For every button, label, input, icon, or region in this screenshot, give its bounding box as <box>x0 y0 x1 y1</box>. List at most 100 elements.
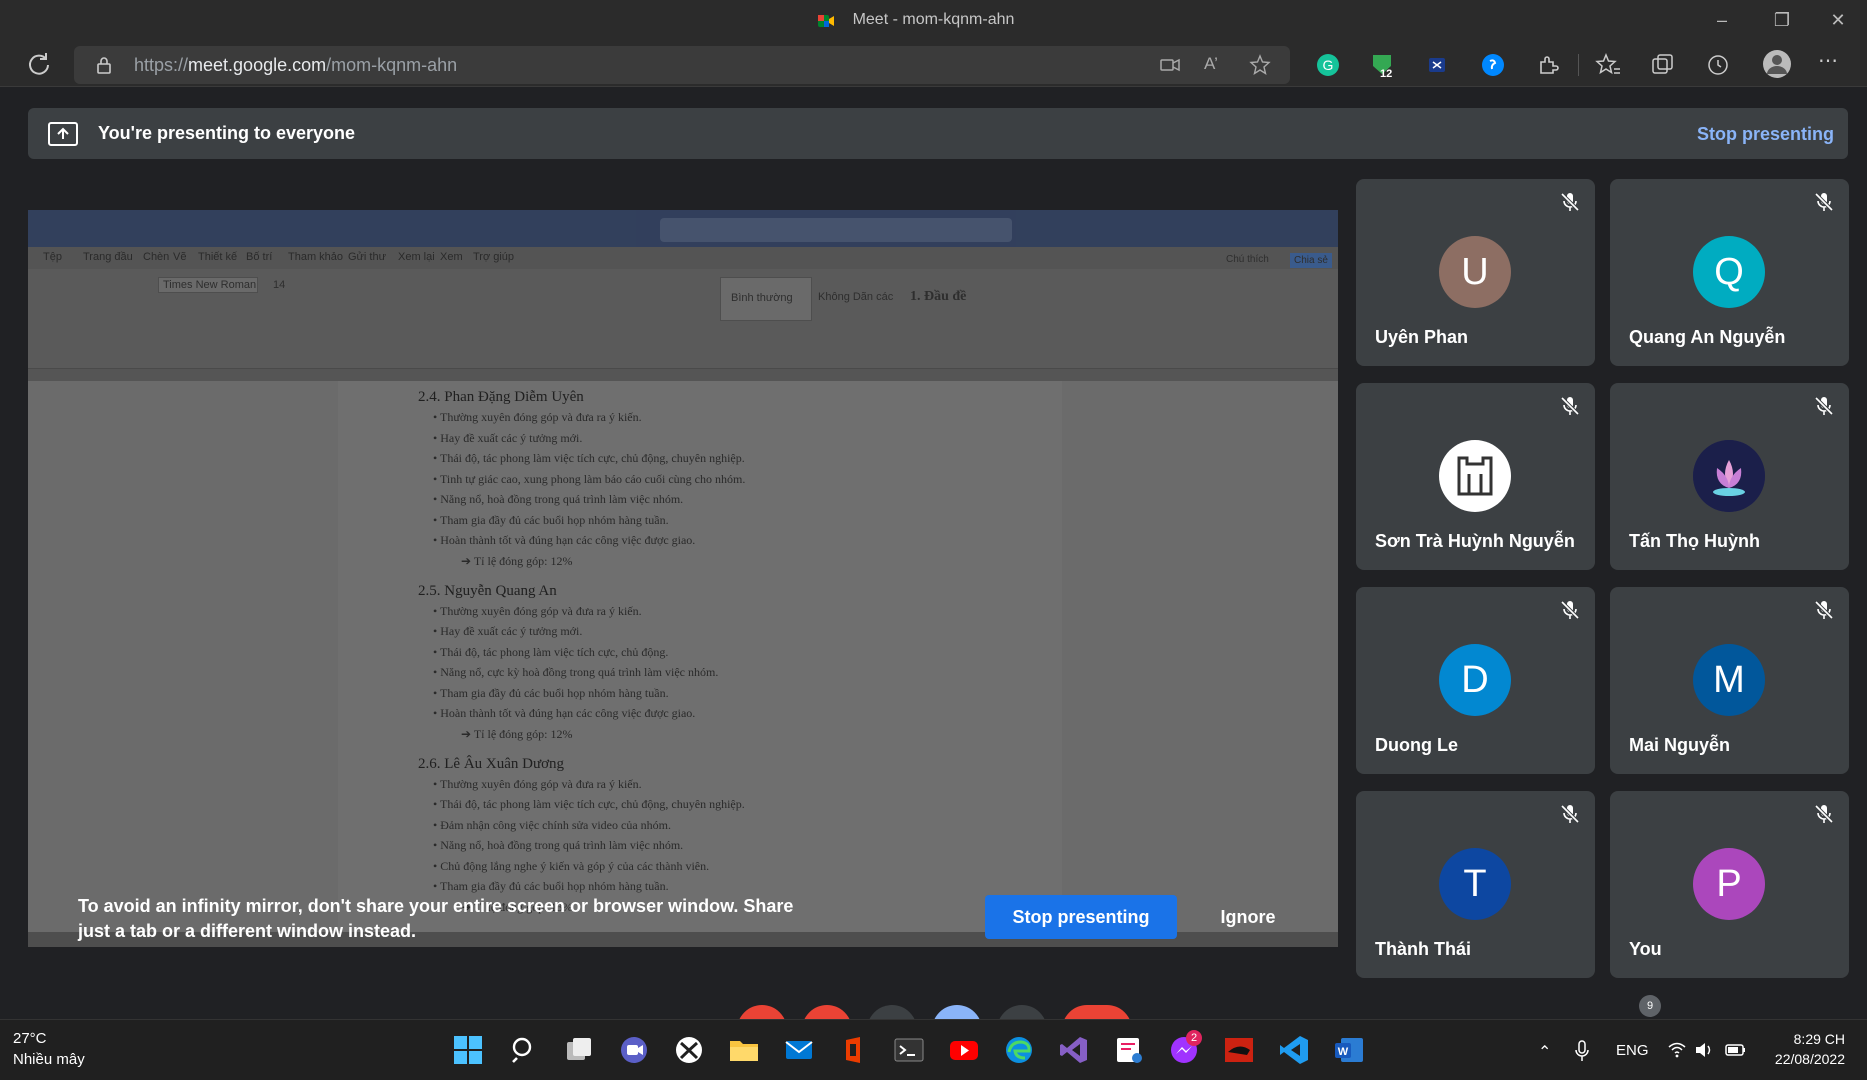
search-icon[interactable] <box>508 1034 540 1066</box>
mic-muted-icon <box>1559 191 1581 213</box>
collections-icon[interactable] <box>1650 52 1676 78</box>
weather-description[interactable]: Nhiều mây <box>13 1051 85 1068</box>
doc-bullet: • Thái độ, tác phong làm việc tích cực, … <box>433 451 745 466</box>
battery-icon[interactable] <box>1725 1042 1747 1058</box>
mic-muted-icon <box>1813 599 1835 621</box>
doc-bullet-text: Hoàn thành tốt và đúng hạn các công việc… <box>440 706 696 720</box>
read-aloud-icon[interactable]: A’ <box>1204 54 1226 76</box>
participant-tile[interactable]: P You <box>1610 791 1849 978</box>
participant-tile[interactable]: U Uyên Phan <box>1356 179 1595 366</box>
doc-heading: 2.5. Nguyễn Quang An <box>418 582 557 599</box>
bullet-dot-icon: • <box>433 685 440 700</box>
youtube-icon[interactable] <box>948 1034 980 1066</box>
restore-button[interactable]: ❐ <box>1770 8 1794 32</box>
doc-bullet: • Hoàn thành tốt và đúng hạn các công vi… <box>433 533 695 548</box>
extensions-icon[interactable] <box>1535 52 1561 78</box>
doc-bullet: • Chủ động lắng nghe ý kiến và góp ý của… <box>433 859 709 874</box>
word-ribbon-tab: Xem <box>440 251 463 263</box>
warning-stop-presenting-button[interactable]: Stop presenting <box>985 895 1177 939</box>
microphone-icon[interactable] <box>1574 1040 1590 1062</box>
word-ribbon-tab: Trang đầu <box>83 251 133 263</box>
word-ribbon-tab: Thiết kế <box>198 251 238 263</box>
word-search-box <box>660 218 1012 242</box>
volume-icon[interactable] <box>1694 1042 1714 1058</box>
wifi-icon[interactable] <box>1668 1042 1686 1058</box>
task-view-icon[interactable] <box>563 1034 595 1066</box>
minimize-button[interactable]: – <box>1710 8 1734 32</box>
mic-muted-icon <box>1559 599 1581 621</box>
close-window-button[interactable]: ✕ <box>1826 8 1850 32</box>
warning-ignore-button[interactable]: Ignore <box>1200 895 1296 939</box>
doc-bullet-text: Hay đề xuất các ý tưởng mới. <box>440 430 583 445</box>
snipping-tool-icon[interactable] <box>1113 1034 1145 1066</box>
xbox-icon[interactable] <box>673 1034 705 1066</box>
file-explorer-icon[interactable] <box>728 1034 760 1066</box>
more-menu-icon[interactable]: ⋯ <box>1818 51 1844 78</box>
doc-bullet: • Năng nổ, hoà đồng trong quá trình làm … <box>433 838 683 853</box>
lock-icon[interactable] <box>96 56 112 74</box>
add-favorite-icon[interactable] <box>1249 54 1271 76</box>
doc-heading: 2.6. Lê Âu Xuân Dương <box>418 755 565 772</box>
camera-icon[interactable] <box>1159 54 1181 76</box>
address-bar[interactable]: https://meet.google.com/mom-kqnm-ahn A’ <box>74 46 1290 84</box>
shazam-icon[interactable] <box>1480 52 1506 78</box>
bullet-dot-icon: • <box>433 776 440 791</box>
doc-bullet-text: Thái độ, tác phong làm việc tích cực, ch… <box>439 644 669 659</box>
doc-bullet-text: Tham gia đầy đủ các buổi họp nhóm hàng t… <box>439 879 669 893</box>
clock-date[interactable]: 22/08/2022 <box>1775 1051 1845 1067</box>
terminal-icon[interactable] <box>893 1034 925 1066</box>
visual-studio-icon[interactable] <box>1058 1034 1090 1066</box>
profile-avatar-icon[interactable] <box>1762 49 1792 79</box>
doc-bullet: • Thường xuyên đóng góp và đưa ra ý kiến… <box>433 410 642 425</box>
favorites-icon[interactable] <box>1595 52 1621 78</box>
mic-muted-icon <box>1813 395 1835 417</box>
input-language[interactable]: ENG <box>1616 1042 1649 1059</box>
participant-tile[interactable]: D Duong Le <box>1356 587 1595 774</box>
doc-bullet: • Thường xuyên đóng góp và đưa ra ý kiến… <box>433 777 642 792</box>
style-no-spacing: Không Dãn các <box>818 291 894 303</box>
participant-tile[interactable]: Sơn Trà Huỳnh Nguyễn <box>1356 383 1595 570</box>
word-ribbon-tab: Bố trí <box>246 251 273 263</box>
game-app-icon[interactable] <box>1223 1034 1255 1066</box>
participant-name: Thành Thái <box>1375 939 1471 959</box>
edge-browser-icon[interactable] <box>1003 1034 1035 1066</box>
office-icon[interactable] <box>838 1034 870 1066</box>
participant-tile[interactable]: Q Quang An Nguyễn <box>1610 179 1849 366</box>
translate-extension-icon[interactable] <box>1425 52 1451 78</box>
vscode-icon[interactable] <box>1278 1034 1310 1066</box>
clock-time[interactable]: 8:29 CH <box>1794 1031 1845 1047</box>
doc-bullet: • Đảm nhận công việc chính sửa video của… <box>433 818 671 833</box>
bullet-dot-icon: • <box>433 471 440 486</box>
building-avatar-icon <box>1457 456 1493 496</box>
url-scheme: https:// <box>134 55 189 75</box>
word-ribbon-tab: Tệp <box>43 251 62 263</box>
tray-overflow-icon[interactable]: ⌃ <box>1538 1042 1551 1062</box>
doc-bullet-text: Thường xuyên đóng góp và đưa ra ý kiến. <box>439 410 642 424</box>
teams-chat-icon[interactable] <box>618 1034 650 1066</box>
word-ruler <box>28 369 1338 381</box>
doc-bullet: • Thường xuyên đóng góp và đưa ra ý kiến… <box>433 604 642 619</box>
history-icon[interactable] <box>1705 52 1731 78</box>
stop-presenting-link[interactable]: Stop presenting <box>1697 124 1834 145</box>
presenting-text: You're presenting to everyone <box>98 123 356 143</box>
participant-tile[interactable]: M Mai Nguyễn <box>1610 587 1849 774</box>
participant-tile[interactable]: Tấn Thọ Huỳnh <box>1610 383 1849 570</box>
url-text[interactable]: https://meet.google.com/mom-kqnm-ahn <box>134 55 457 76</box>
refresh-icon[interactable] <box>25 50 53 78</box>
weather-temperature[interactable]: 27°C <box>13 1030 47 1047</box>
start-icon[interactable] <box>452 1034 484 1066</box>
style-normal: Bình thường <box>720 277 812 321</box>
participant-avatar: T <box>1439 848 1511 920</box>
participant-name: Tấn Thọ Huỳnh <box>1629 531 1760 551</box>
shared-screen: Tệp Trang đầu Chèn Vẽ Thiết kế Bố trí Tham khả… <box>28 210 1338 947</box>
grammarly-icon[interactable]: G <box>1315 52 1341 78</box>
word-icon[interactable]: W <box>1333 1034 1365 1066</box>
participants-count-badge: 9 <box>1639 995 1661 1017</box>
bullet-dot-icon: • <box>433 879 440 893</box>
doc-bullet: • Năng nổ, hoà đồng trong quá trình làm … <box>433 492 683 507</box>
doc-contribution-rate: ➔ Tỉ lệ đóng góp: 12% <box>461 727 573 742</box>
participant-avatar <box>1439 440 1511 512</box>
participant-tile[interactable]: T Thành Thái <box>1356 791 1595 978</box>
mail-icon[interactable] <box>783 1034 815 1066</box>
doc-bullet: • Tham gia đầy đủ các buổi họp nhóm hàng… <box>433 686 669 701</box>
